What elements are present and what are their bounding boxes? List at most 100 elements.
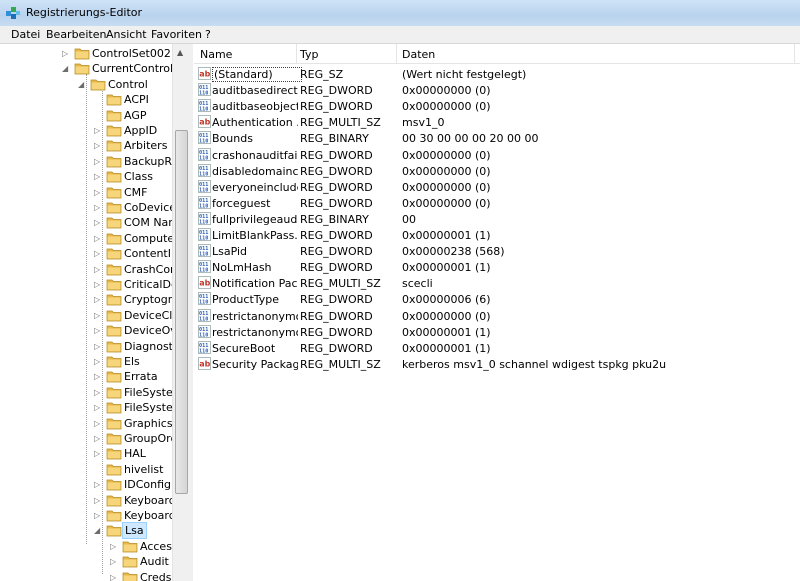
expand-arrow-icon[interactable]: ▷ [94, 172, 100, 181]
expand-arrow-icon[interactable]: ▷ [94, 357, 100, 366]
value-row[interactable]: 011 110 LimitBlankPass... REG_DWORD 0x000000… [194, 227, 800, 243]
expand-arrow-icon[interactable]: ▷ [94, 141, 100, 150]
value-data: 0x00000238 (568) [402, 245, 505, 259]
value-row[interactable]: ab Authentication ... REG_MULTI_SZ msv1_0 [194, 114, 800, 130]
expand-arrow-icon[interactable]: ▷ [94, 280, 100, 289]
expand-arrow-icon[interactable]: ▷ [110, 557, 116, 566]
expand-arrow-icon[interactable]: ▷ [94, 188, 100, 197]
value-data: msv1_0 [402, 116, 445, 130]
value-type: REG_MULTI_SZ [300, 357, 381, 371]
value-row[interactable]: 011 110 auditbaseobjects REG_DWORD 0x0000000… [194, 98, 800, 114]
value-row[interactable]: 011 110 crashonauditfail REG_DWORD 0x0000000… [194, 147, 800, 163]
value-row[interactable]: 011 110 Bounds REG_BINARY 00 30 00 00 00 20 … [194, 130, 800, 146]
registry-key-tree[interactable]: ▷ ControlSet002 ◢ CurrentControlSet ◢ Control… [0, 44, 189, 581]
string-value-icon: ab [198, 115, 211, 129]
svg-text:ab: ab [199, 70, 210, 79]
svg-text:110: 110 [199, 316, 208, 322]
expand-arrow-icon[interactable]: ▷ [94, 511, 100, 520]
value-row[interactable]: 011 110 forceguest REG_DWORD 0x00000000 (0) [194, 195, 800, 211]
folder-icon [106, 156, 122, 168]
folder-icon [106, 402, 122, 414]
menu-ansicht[interactable]: Ansicht [106, 28, 147, 41]
expand-arrow-icon[interactable]: ▷ [110, 542, 116, 551]
expand-arrow-icon[interactable]: ▷ [94, 419, 100, 428]
tree-node-label: Control [108, 77, 148, 91]
value-type: REG_DWORD [300, 84, 373, 98]
value-row[interactable]: 011110fullprivilegeaudi...REG_BINARY 00 [194, 211, 800, 227]
value-data: 0x00000000 (0) [402, 148, 491, 162]
column-name-header[interactable]: Name [200, 48, 232, 61]
value-row[interactable]: 011110auditbasedirect...REG_DWORD 0x00000… [194, 82, 800, 98]
menu-bearbeiten[interactable]: Bearbeiten [46, 28, 106, 41]
value-row[interactable]: 011110disabledomainc...REG_DWORD 0x000000… [194, 163, 800, 179]
value-row[interactable]: abNotification Pac...REG_MULTI_SZ scecli [194, 275, 800, 291]
svg-text:110: 110 [199, 348, 208, 354]
expand-arrow-icon[interactable]: ▷ [94, 403, 100, 412]
menu-favoriten[interactable]: Favoriten [151, 28, 202, 41]
expand-arrow-icon[interactable]: ▷ [94, 342, 100, 351]
column-data-header[interactable]: Daten [402, 48, 435, 61]
tree-vertical-scrollbar[interactable]: ▲ [172, 44, 189, 581]
expand-arrow-icon[interactable]: ▷ [94, 311, 100, 320]
value-row[interactable]: 011110everyoneinclude...REG_DWORD 0x00000… [194, 179, 800, 195]
expand-arrow-icon[interactable]: ▷ [94, 265, 100, 274]
expand-arrow-icon[interactable]: ▷ [94, 126, 100, 135]
value-row[interactable]: 011 110 LsaPid REG_DWORD 0x00000238 (568) [194, 243, 800, 259]
value-row[interactable]: 011 110 ProductType REG_DWORD 0x00000006 (6) [194, 291, 800, 307]
value-data: 0x00000000 (0) [402, 309, 491, 323]
value-name: Bounds [212, 132, 253, 146]
scroll-thumb[interactable] [175, 130, 188, 494]
svg-text:110: 110 [199, 171, 208, 177]
registry-editor-icon [6, 7, 20, 19]
column-divider[interactable] [396, 44, 397, 63]
menu-datei[interactable]: Datei [11, 28, 40, 41]
value-row[interactable]: 011 110 SecureBoot REG_DWORD 0x00000001 (1) [194, 340, 800, 356]
folder-icon [106, 141, 122, 152]
collapse-arrow-icon[interactable]: ◢ [94, 526, 100, 535]
expand-arrow-icon[interactable]: ▷ [94, 480, 100, 489]
value-name: fullprivilegeaudi... [212, 212, 298, 226]
value-type: REG_DWORD [300, 341, 373, 355]
expand-arrow-icon[interactable]: ▷ [94, 449, 100, 458]
string-value-icon: ab [198, 276, 211, 290]
value-row[interactable]: ab (Standard) REG_SZ (Wert nicht festgelegt… [194, 66, 800, 82]
binary-value-icon: 011110 [198, 292, 211, 305]
value-type: REG_MULTI_SZ [300, 116, 381, 130]
menu-help[interactable]: ? [205, 28, 211, 41]
value-data: 0x00000000 (0) [402, 84, 491, 98]
expand-arrow-icon[interactable]: ▷ [94, 372, 100, 381]
value-name: restrictanonymo... [212, 325, 298, 339]
value-row[interactable]: 011110restrictanonymo...REG_DWORD 0x00000… [194, 324, 800, 340]
expand-arrow-icon[interactable]: ▷ [110, 573, 116, 581]
svg-text:ab: ab [199, 118, 210, 127]
value-data: 0x00000001 (1) [402, 341, 491, 355]
collapse-arrow-icon[interactable]: ◢ [62, 64, 68, 73]
collapse-arrow-icon[interactable]: ◢ [78, 80, 84, 89]
expand-arrow-icon[interactable]: ▷ [94, 218, 100, 227]
expand-arrow-icon[interactable]: ▷ [94, 295, 100, 304]
column-type-header[interactable]: Typ [300, 48, 319, 61]
expand-arrow-icon[interactable]: ▷ [94, 249, 100, 258]
value-name: (Standard) [212, 67, 302, 82]
value-data: 0x00000000 (0) [402, 196, 491, 210]
expand-arrow-icon[interactable]: ▷ [94, 496, 100, 505]
binary-value-icon: 011110 [198, 244, 211, 257]
value-type: REG_DWORD [300, 293, 373, 307]
column-divider[interactable] [296, 44, 297, 63]
expand-arrow-icon[interactable]: ▷ [94, 157, 100, 166]
expand-arrow-icon[interactable]: ▷ [94, 234, 100, 243]
pane-splitter[interactable] [188, 44, 193, 581]
expand-arrow-icon[interactable]: ▷ [94, 388, 100, 397]
tree-node-label: Errata [124, 370, 158, 384]
value-row[interactable]: abSecurity PackagesREG_MULTI_SZ kerberos … [194, 356, 800, 372]
expand-arrow-icon[interactable]: ▷ [94, 326, 100, 335]
svg-text:110: 110 [199, 236, 208, 242]
expand-arrow-icon[interactable]: ▷ [94, 434, 100, 443]
value-row[interactable]: 011110restrictanonymo...REG_DWORD 0x00000… [194, 308, 800, 324]
value-row[interactable]: 011 110 NoLmHash REG_DWORD 0x00000001 (1) [194, 259, 800, 275]
expand-arrow-icon[interactable]: ▷ [62, 49, 68, 58]
scroll-up-arrow-icon[interactable]: ▲ [177, 48, 183, 57]
expand-arrow-icon[interactable]: ▷ [94, 203, 100, 212]
column-divider[interactable] [794, 44, 795, 63]
binary-value-icon: 011110 [198, 195, 211, 209]
